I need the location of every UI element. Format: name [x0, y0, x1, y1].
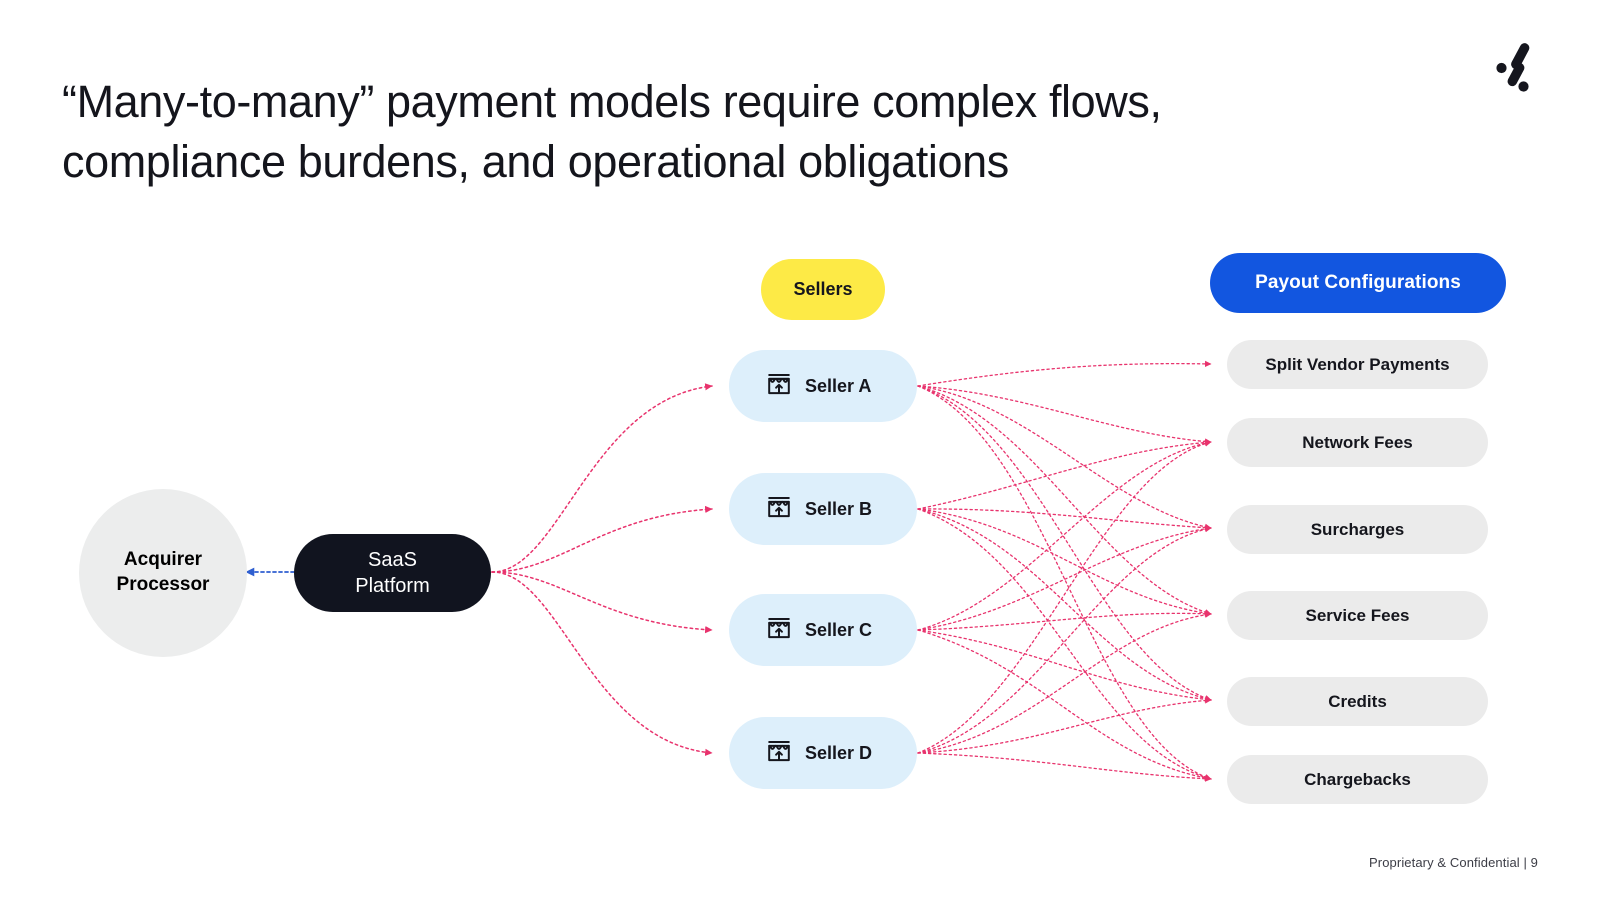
seller-label: Seller C	[805, 619, 873, 640]
payout-chip-label: Split Vendor Payments	[1265, 354, 1450, 374]
saas-platform-label: SaaS Platform	[355, 549, 430, 597]
payout-chip-label: Network Fees	[1302, 432, 1413, 452]
node-saas-platform[interactable]: SaaS Platform	[294, 534, 491, 612]
payout-chip-credits[interactable]: Credits	[1227, 677, 1488, 726]
storefront-icon	[765, 614, 793, 647]
seller-card-a[interactable]: Seller A	[729, 350, 917, 422]
payout-chip-label: Service Fees	[1305, 605, 1410, 625]
payout-chip-label: Credits	[1328, 691, 1387, 711]
seller-card-c[interactable]: Seller C	[729, 594, 917, 666]
payout-chip-label: Surcharges	[1310, 519, 1405, 539]
payout-configurations-header[interactable]: Payout Configurations	[1210, 253, 1506, 313]
seller-label: Seller A	[805, 375, 872, 396]
sellers-section-label: Sellers	[793, 279, 853, 299]
node-acquirer-processor[interactable]: Acquirer Processor	[79, 489, 247, 657]
payout-chip-chargebacks[interactable]: Chargebacks	[1227, 755, 1488, 804]
seller-card-d[interactable]: Seller D	[729, 717, 917, 789]
acquirer-processor-label: Acquirer Processor	[116, 549, 210, 595]
payout-chip-label: Chargebacks	[1304, 769, 1411, 789]
payout-configurations-label: Payout Configurations	[1255, 272, 1461, 293]
payout-chip-service-fees[interactable]: Service Fees	[1227, 591, 1488, 640]
seller-label: Seller D	[805, 742, 873, 763]
flow-diagram: Acquirer Processor SaaS Platform Sellers…	[0, 0, 1600, 898]
sellers-section-pill[interactable]: Sellers	[761, 259, 885, 320]
footer-confidentiality-notice: Proprietary & Confidential | 9	[1369, 855, 1538, 870]
storefront-icon	[765, 370, 793, 403]
payout-chip-network-fees[interactable]: Network Fees	[1227, 418, 1488, 467]
storefront-icon	[765, 737, 793, 770]
payout-chip-split-vendor-payments[interactable]: Split Vendor Payments	[1227, 340, 1488, 389]
seller-card-b[interactable]: Seller B	[729, 473, 917, 545]
seller-label: Seller B	[805, 498, 873, 519]
storefront-icon	[765, 493, 793, 526]
payout-chip-surcharges[interactable]: Surcharges	[1227, 505, 1488, 554]
